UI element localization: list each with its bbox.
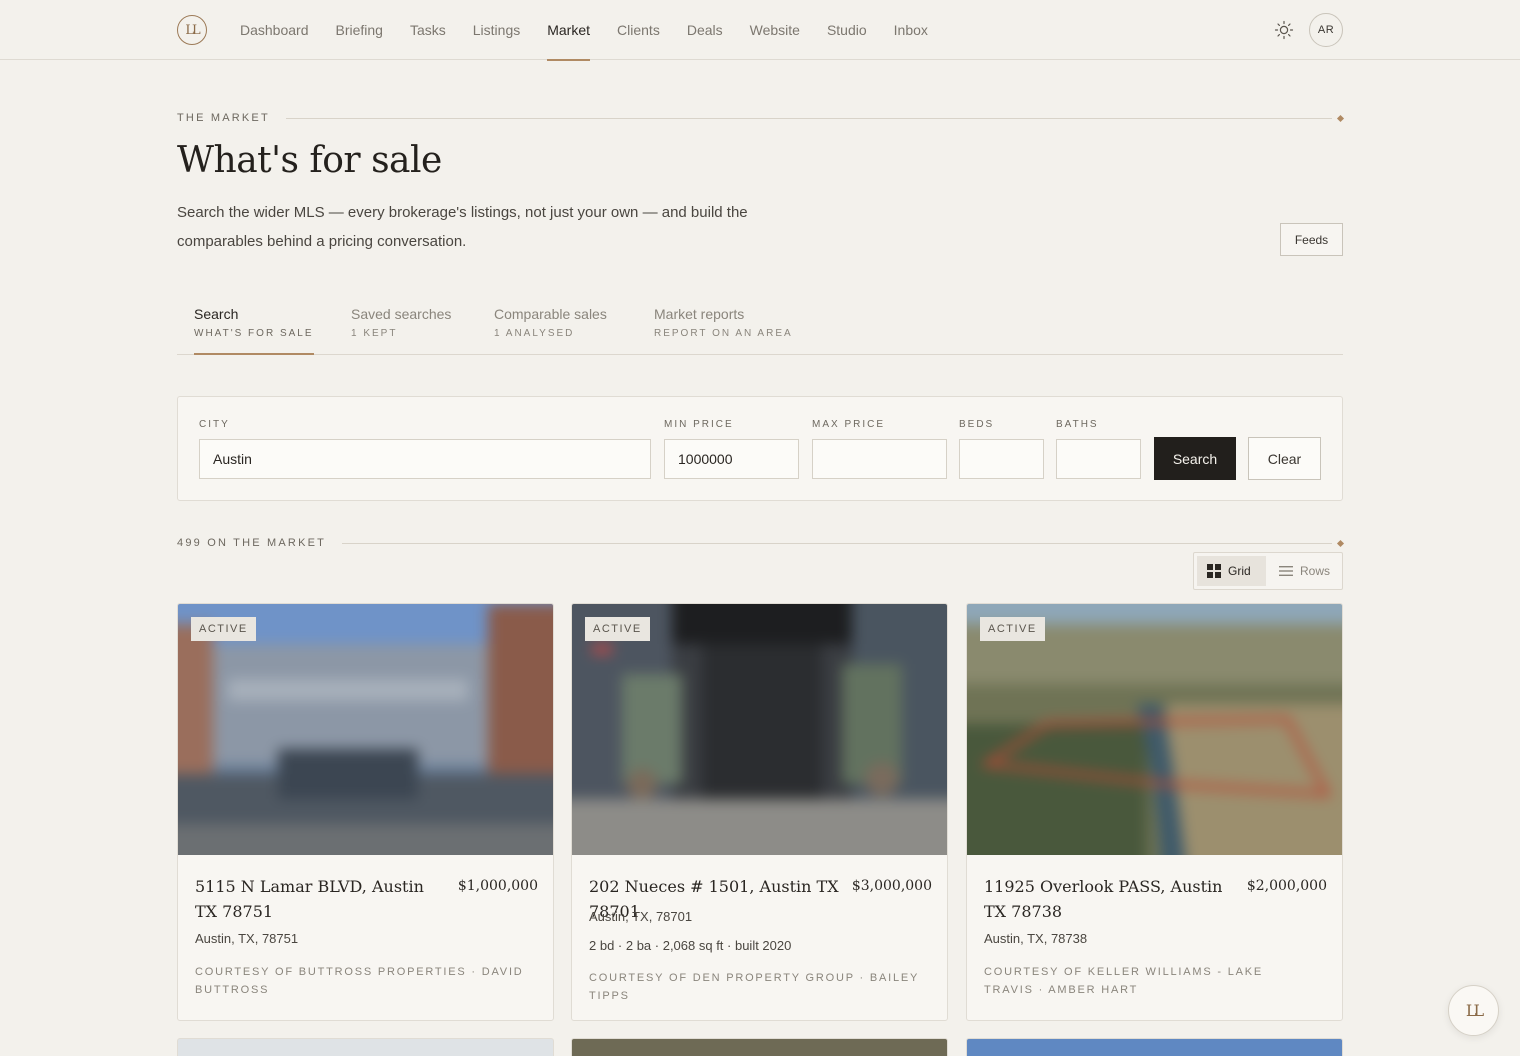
tab-market-reports[interactable]: Market reports REPORT ON AN AREA (654, 296, 799, 354)
listing-photo: ACTIVE (572, 604, 947, 855)
results-count: 499 ON THE MARKET (177, 537, 327, 549)
listing-card-peek[interactable] (966, 1038, 1343, 1056)
brand-logo[interactable]: LL (177, 15, 207, 45)
tab-comparable-sales[interactable]: Comparable sales 1 ANALYSED (494, 296, 619, 354)
beds-label: BEDS (959, 419, 995, 430)
main-nav: Dashboard Briefing Tasks Listings Market… (240, 0, 955, 61)
listing-card[interactable]: ACTIVE 5115 N Lamar BLVD, Austin TX 7875… (177, 603, 554, 1021)
listing-card[interactable]: ACTIVE 11925 Overlook PASS, Austin TX 78… (966, 603, 1343, 1021)
listing-city: Austin, TX, 78701 (589, 909, 693, 924)
page-title: What's for sale (177, 140, 442, 181)
nav-item-clients[interactable]: Clients (617, 0, 660, 60)
max-price-field-group: MAX PRICE (812, 419, 947, 479)
nav-item-inbox[interactable]: Inbox (894, 0, 928, 60)
tab-label: Comparable sales (494, 306, 607, 322)
rows-view-button[interactable]: Rows (1269, 556, 1340, 586)
tab-sublabel: 1 KEPT (351, 328, 398, 339)
listing-courtesy: COURTESY OF DEN PROPERTY GROUP · BAILEY … (589, 972, 919, 1002)
listing-city: Austin, TX, 78751 (195, 931, 299, 946)
market-tabs: Search WHAT'S FOR SALE Saved searches 1 … (177, 296, 1343, 355)
baths-input[interactable] (1056, 439, 1141, 479)
listing-photo: ACTIVE (178, 604, 553, 855)
nav-item-listings[interactable]: Listings (473, 0, 520, 60)
theme-toggle-sun-icon[interactable] (1274, 20, 1294, 40)
baths-field-group: BATHS (1056, 419, 1141, 479)
search-button[interactable]: Search (1154, 437, 1236, 480)
listing-city: Austin, TX, 78738 (984, 931, 1088, 946)
listing-card-peek[interactable] (177, 1038, 554, 1056)
listing-photo: ACTIVE (967, 604, 1342, 855)
nav-item-tasks[interactable]: Tasks (410, 0, 446, 60)
listing-price: $3,000,000 (851, 878, 932, 894)
top-nav-bar: LL Dashboard Briefing Tasks Listings Mar… (0, 0, 1520, 61)
listing-card-peek[interactable] (571, 1038, 948, 1056)
status-badge: ACTIVE (980, 617, 1045, 641)
listing-address: 11925 Overlook PASS, Austin TX 78738 (984, 877, 1223, 921)
nav-item-studio[interactable]: Studio (827, 0, 867, 60)
grid-icon (1207, 564, 1221, 578)
city-field-group: CITY (199, 419, 651, 479)
tab-sublabel: 1 ANALYSED (494, 328, 575, 339)
listing-price: $1,000,000 (457, 878, 538, 894)
baths-label: BATHS (1056, 419, 1099, 430)
nav-item-briefing[interactable]: Briefing (336, 0, 383, 60)
city-label: CITY (199, 419, 230, 430)
city-input[interactable] (199, 439, 651, 479)
rows-view-label: Rows (1299, 564, 1330, 578)
tab-label: Search (194, 306, 239, 322)
tab-sublabel: REPORT ON AN AREA (654, 328, 793, 339)
beds-field-group: BEDS (959, 419, 1044, 479)
user-avatar[interactable]: AR (1309, 13, 1343, 47)
divider-diamond (1336, 114, 1345, 123)
listing-specs: 2 bd · 2 ba · 2,068 sq ft · built 2020 (589, 938, 792, 953)
max-price-label: MAX PRICE (812, 419, 886, 430)
tab-search[interactable]: Search WHAT'S FOR SALE (194, 296, 314, 355)
listing-price: $2,000,000 (1246, 878, 1327, 894)
assistant-fab-button[interactable]: LL (1448, 985, 1499, 1036)
divider-line (342, 543, 1332, 544)
search-panel: CITY MIN PRICE MAX PRICE BEDS BATHS Sear… (177, 396, 1343, 501)
section-eyebrow: THE MARKET (177, 112, 270, 124)
nav-item-deals[interactable]: Deals (687, 0, 723, 60)
nav-item-market[interactable]: Market (547, 0, 590, 61)
tab-sublabel: WHAT'S FOR SALE (194, 328, 314, 339)
listing-courtesy: COURTESY OF BUTTROSS PROPERTIES · DAVID … (195, 966, 524, 996)
feeds-button[interactable]: Feeds (1280, 223, 1343, 256)
nav-item-website[interactable]: Website (750, 0, 800, 60)
listing-address: 5115 N Lamar BLVD, Austin TX 78751 (195, 877, 424, 921)
min-price-field-group: MIN PRICE (664, 419, 799, 479)
status-badge: ACTIVE (585, 617, 650, 641)
min-price-label: MIN PRICE (664, 419, 734, 430)
grid-view-button[interactable]: Grid (1197, 556, 1266, 586)
view-toggle: Grid Rows (1193, 552, 1343, 590)
tab-label: Saved searches (351, 306, 452, 322)
divider-diamond (1336, 539, 1345, 548)
listing-card[interactable]: ACTIVE 202 Nueces # 1501, Austin TX 7870… (571, 603, 948, 1021)
min-price-input[interactable] (664, 439, 799, 479)
rows-icon (1279, 566, 1293, 576)
nav-item-dashboard[interactable]: Dashboard (240, 0, 309, 60)
listing-courtesy: COURTESY OF KELLER WILLIAMS - LAKE TRAVI… (984, 966, 1264, 996)
tab-label: Market reports (654, 306, 745, 322)
status-badge: ACTIVE (191, 617, 256, 641)
tab-saved-searches[interactable]: Saved searches 1 KEPT (351, 296, 461, 354)
divider-line (286, 118, 1332, 119)
page-intro: Search the wider MLS — every brokerage's… (177, 204, 748, 250)
clear-button[interactable]: Clear (1248, 437, 1321, 480)
grid-view-label: Grid (1228, 564, 1251, 578)
beds-input[interactable] (959, 439, 1044, 479)
max-price-input[interactable] (812, 439, 947, 479)
